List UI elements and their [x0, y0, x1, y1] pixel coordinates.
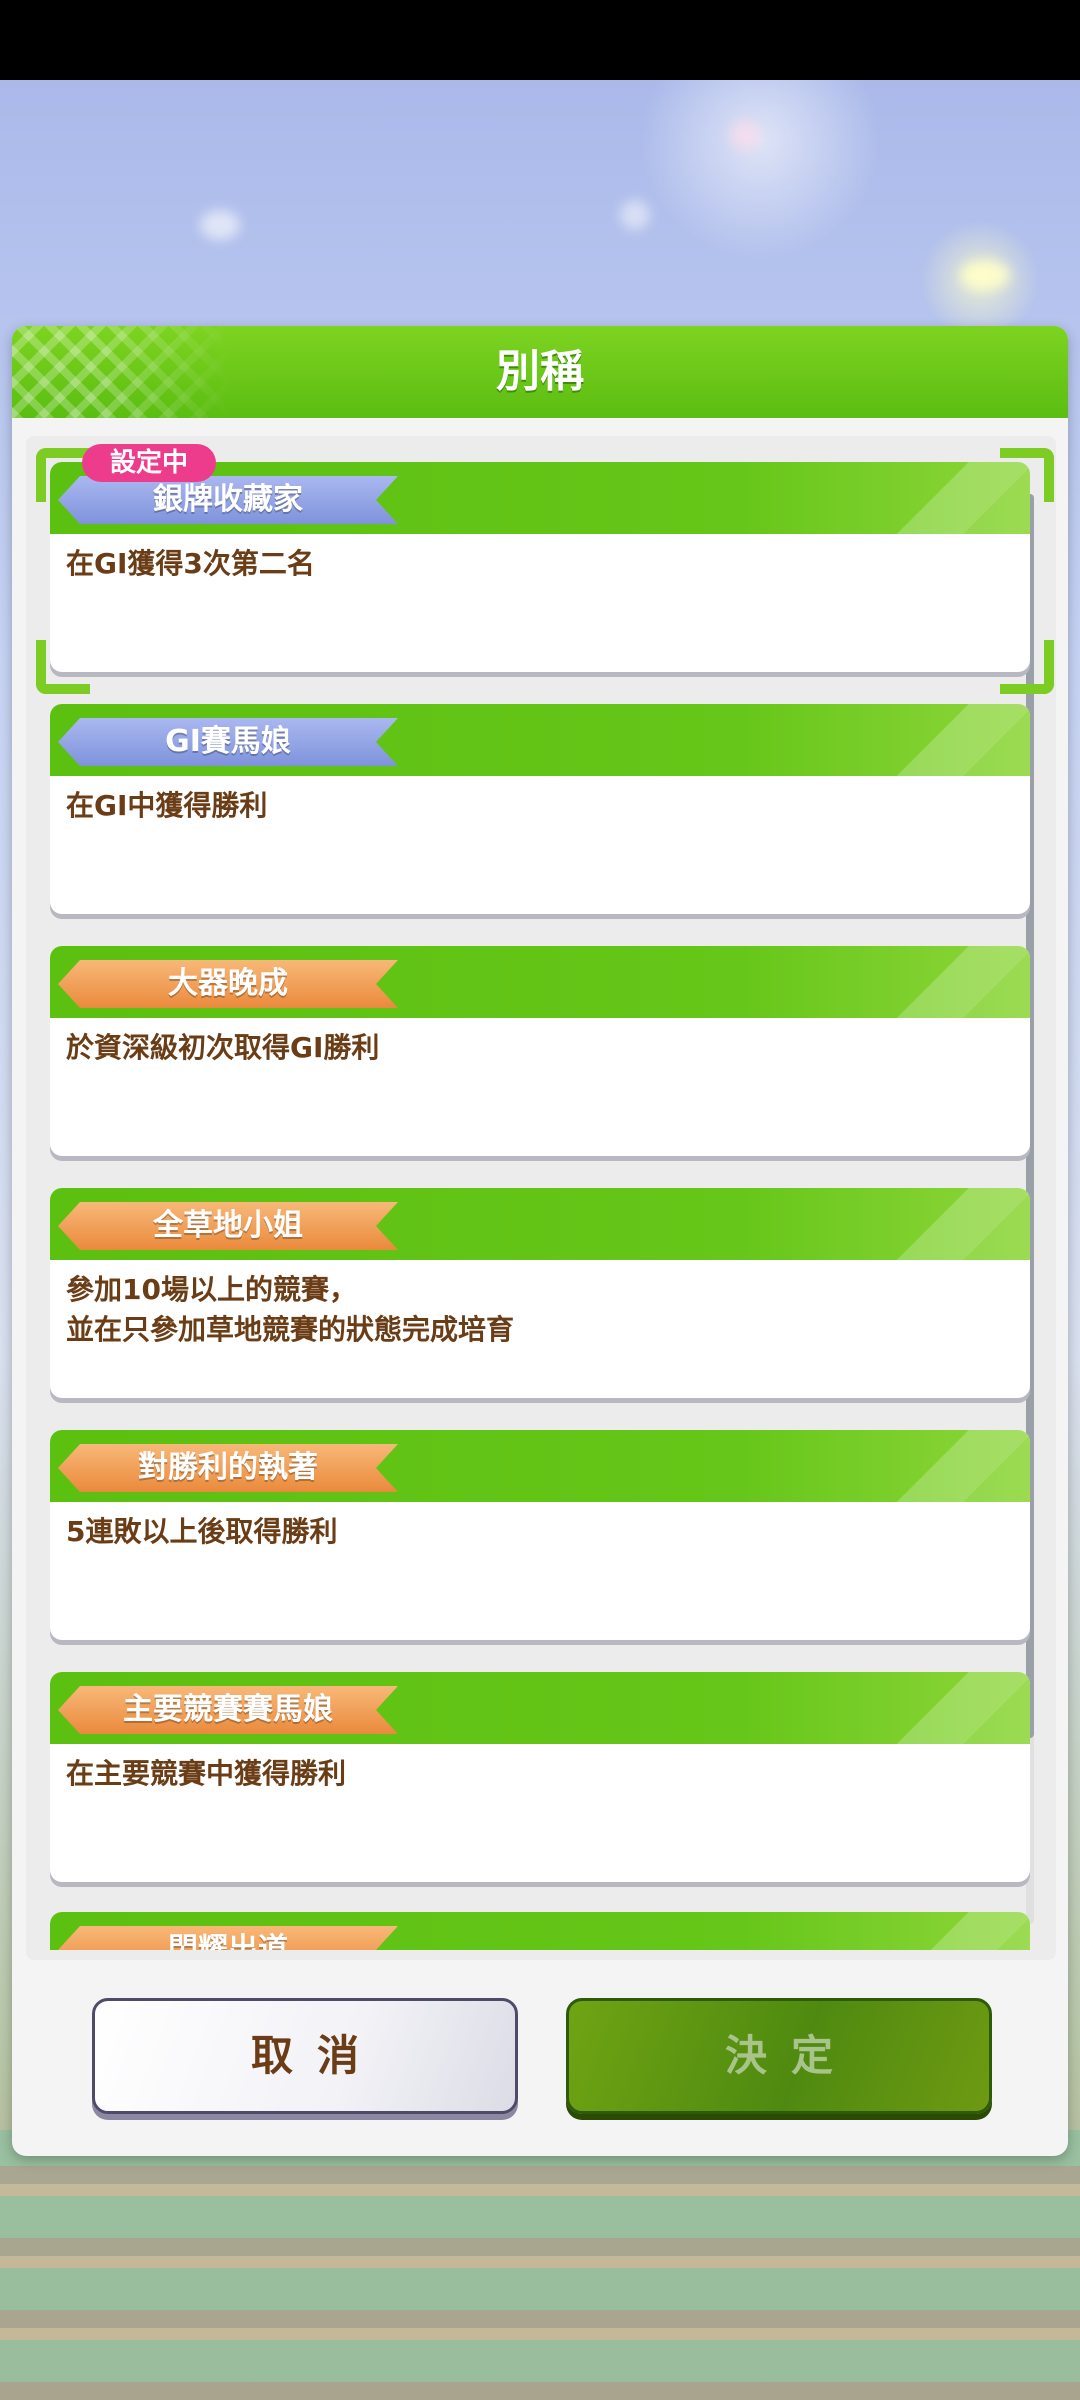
- title-description: 在GⅠ中獲得勝利: [66, 789, 268, 822]
- title-description: 參加10場以上的競賽， 並在只參加草地競賽的狀態完成培育: [66, 1273, 515, 1346]
- header-facet: [880, 1430, 1030, 1502]
- title-card[interactable]: 全草地小姐 參加10場以上的競賽， 並在只參加草地競賽的狀態完成培育: [50, 1188, 1030, 1398]
- header-facet: [880, 1912, 1030, 1950]
- selection-corner-icon: [36, 640, 90, 694]
- selection-corner-icon: [1000, 640, 1054, 694]
- title-name-ribbon: 主要競賽賽馬娘: [58, 1686, 398, 1734]
- title-description: 5連敗以上後取得勝利: [66, 1515, 338, 1548]
- title-name-ribbon: 大器晚成: [58, 960, 398, 1008]
- dialog-title: 別稱: [496, 346, 584, 397]
- title-description: 於資深級初次取得GⅠ勝利: [66, 1031, 380, 1064]
- racetrack-ground: [0, 2130, 1080, 2400]
- title-name-ribbon: 閃耀出道: [58, 1926, 398, 1950]
- title-card[interactable]: 大器晚成 於資深級初次取得GⅠ勝利: [50, 946, 1030, 1156]
- header-facet: [880, 946, 1030, 1018]
- title-name-ribbon: 銀牌收藏家: [58, 476, 398, 524]
- title-card[interactable]: 閃耀出道: [50, 1912, 1030, 1950]
- current-title-badge: 設定中: [82, 444, 216, 482]
- title-card[interactable]: GⅠ賽馬娘 在GⅠ中獲得勝利: [50, 704, 1030, 914]
- header-facet: [880, 704, 1030, 776]
- dialog-header: 別稱: [12, 326, 1068, 418]
- title-description: 在主要競賽中獲得勝利: [66, 1757, 347, 1790]
- selection-corner-icon: [1000, 448, 1054, 502]
- list-clip: 閃耀出道: [50, 1912, 1030, 1950]
- title-description: 在GⅠ獲得3次第二名: [66, 547, 315, 580]
- sparkle: [200, 210, 240, 240]
- title-name-ribbon: 對勝利的執著: [58, 1444, 398, 1492]
- title-card[interactable]: 主要競賽賽馬娘 在主要競賽中獲得勝利: [50, 1672, 1030, 1882]
- sparkle: [730, 120, 760, 150]
- sparkle: [960, 260, 1010, 290]
- selection-corner-icon: [36, 448, 90, 502]
- cancel-button[interactable]: 取消: [92, 1998, 518, 2114]
- sparkle: [620, 200, 650, 230]
- title-card[interactable]: 銀牌收藏家 在GⅠ獲得3次第二名: [50, 462, 1030, 672]
- header-facet: [880, 1672, 1030, 1744]
- title-name-ribbon: 全草地小姐: [58, 1202, 398, 1250]
- status-bar: [0, 0, 1080, 80]
- title-name-ribbon: GⅠ賽馬娘: [58, 718, 398, 766]
- header-facet: [880, 1188, 1030, 1260]
- title-card[interactable]: 對勝利的執著 5連敗以上後取得勝利: [50, 1430, 1030, 1640]
- confirm-button[interactable]: 決定: [566, 1998, 992, 2114]
